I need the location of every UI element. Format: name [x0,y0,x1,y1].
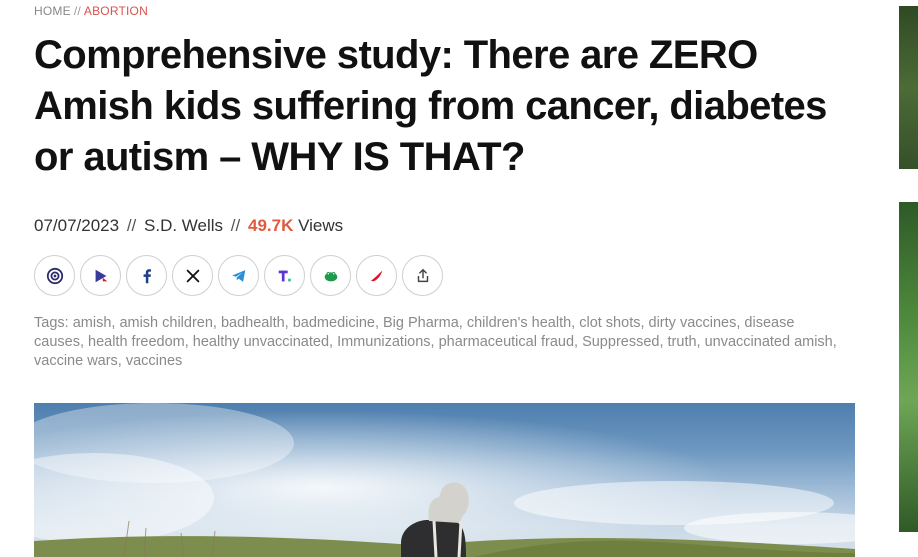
tags-list[interactable]: amish, amish children, badhealth, badmed… [34,315,837,369]
article-title: Comprehensive study: There are ZERO Amis… [34,33,827,179]
share-gab-button[interactable] [310,255,351,296]
article-meta: 07/07/2023 // S.D. Wells // 49.7K Views [34,216,343,236]
share-more-button[interactable] [402,255,443,296]
share-buttons [34,255,443,296]
x-icon [186,269,199,282]
tags-label: Tags: [34,315,69,331]
meta-separator: // [126,216,137,235]
telegram-icon [231,269,245,282]
share-x-button[interactable] [172,255,213,296]
brighteon-social-icon [95,269,107,282]
gettr-icon [370,270,382,281]
article-hero-image [34,403,855,557]
breadcrumb-home-link[interactable]: HOME [34,4,71,18]
article-tags: Tags: amish, amish children, badhealth, … [34,314,844,371]
share-telegram-button[interactable] [218,255,259,296]
truth-social-icon [278,270,291,281]
breadcrumb: HOME//ABORTION [34,4,148,18]
share-brighteon-social-button[interactable] [80,255,121,296]
article-author[interactable]: S.D. Wells [144,216,223,235]
hero-image-landscape [34,403,855,557]
share-truth-social-button[interactable] [264,255,305,296]
views-label: Views [298,216,344,235]
meta-separator: // [230,216,241,235]
brighteon-icon [46,267,63,284]
share-brighteon-button[interactable] [34,255,75,296]
views-count: 49.7K [247,216,294,235]
breadcrumb-separator: // [73,4,81,18]
share-gettr-button[interactable] [356,255,397,296]
facebook-icon [143,268,151,283]
gab-icon [324,271,337,281]
share-icon [417,268,428,282]
article-date: 07/07/2023 [34,216,120,235]
share-facebook-button[interactable] [126,255,167,296]
sidebar-ad-image-bottom[interactable] [899,202,918,532]
sidebar-ad-image-top[interactable] [899,6,918,169]
breadcrumb-category-link[interactable]: ABORTION [84,4,148,18]
